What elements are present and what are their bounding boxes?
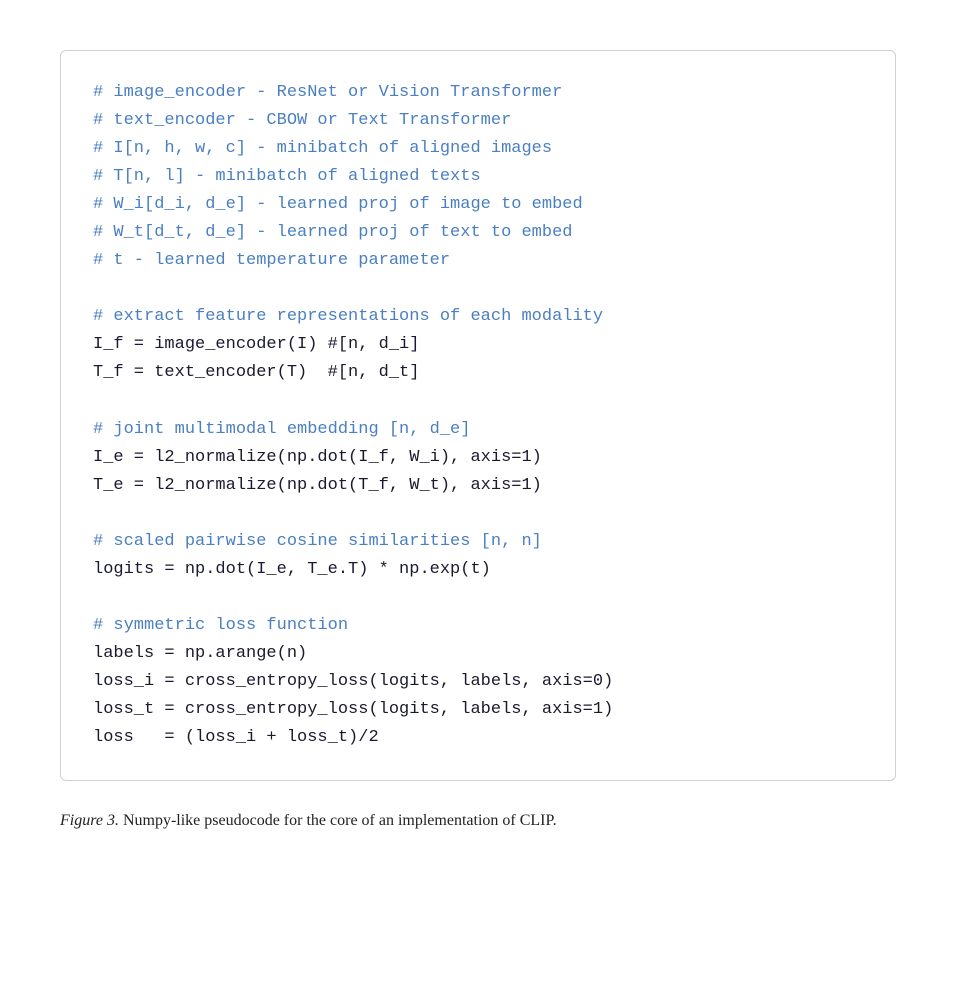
code-code-line: I_e = l2_normalize(np.dot(I_f, W_i), axi… — [93, 444, 863, 472]
code-code-line: loss_i = cross_entropy_loss(logits, labe… — [93, 668, 863, 696]
code-code-line: loss = (loss_i + loss_t)/2 — [93, 724, 863, 752]
code-comment-line: # image_encoder - ResNet or Vision Trans… — [93, 79, 863, 107]
code-empty-line — [93, 275, 863, 303]
code-code-line: loss_t = cross_entropy_loss(logits, labe… — [93, 696, 863, 724]
code-comment-line: # W_i[d_i, d_e] - learned proj of image … — [93, 191, 863, 219]
code-comment-line: # joint multimodal embedding [n, d_e] — [93, 416, 863, 444]
code-code-line: logits = np.dot(I_e, T_e.T) * np.exp(t) — [93, 556, 863, 584]
code-comment-line: # W_t[d_t, d_e] - learned proj of text t… — [93, 219, 863, 247]
code-empty-line — [93, 500, 863, 528]
code-block: # image_encoder - ResNet or Vision Trans… — [60, 50, 896, 781]
caption-text: Numpy-like pseudocode for the core of an… — [119, 812, 557, 829]
figure-label: Figure 3. — [60, 812, 119, 829]
code-code-line: labels = np.arange(n) — [93, 640, 863, 668]
code-code-line: I_f = image_encoder(I) #[n, d_i] — [93, 331, 863, 359]
code-code-line: T_f = text_encoder(T) #[n, d_t] — [93, 359, 863, 387]
code-empty-line — [93, 584, 863, 612]
code-comment-line: # extract feature representations of eac… — [93, 303, 863, 331]
code-comment-line: # symmetric loss function — [93, 612, 863, 640]
figure-caption: Figure 3. Numpy-like pseudocode for the … — [60, 809, 896, 834]
code-code-line: T_e = l2_normalize(np.dot(T_f, W_t), axi… — [93, 472, 863, 500]
code-comment-line: # t - learned temperature parameter — [93, 247, 863, 275]
code-comment-line: # I[n, h, w, c] - minibatch of aligned i… — [93, 135, 863, 163]
page-container: # image_encoder - ResNet or Vision Trans… — [20, 20, 936, 864]
code-comment-line: # scaled pairwise cosine similarities [n… — [93, 528, 863, 556]
code-empty-line — [93, 388, 863, 416]
code-comment-line: # text_encoder - CBOW or Text Transforme… — [93, 107, 863, 135]
code-comment-line: # T[n, l] - minibatch of aligned texts — [93, 163, 863, 191]
